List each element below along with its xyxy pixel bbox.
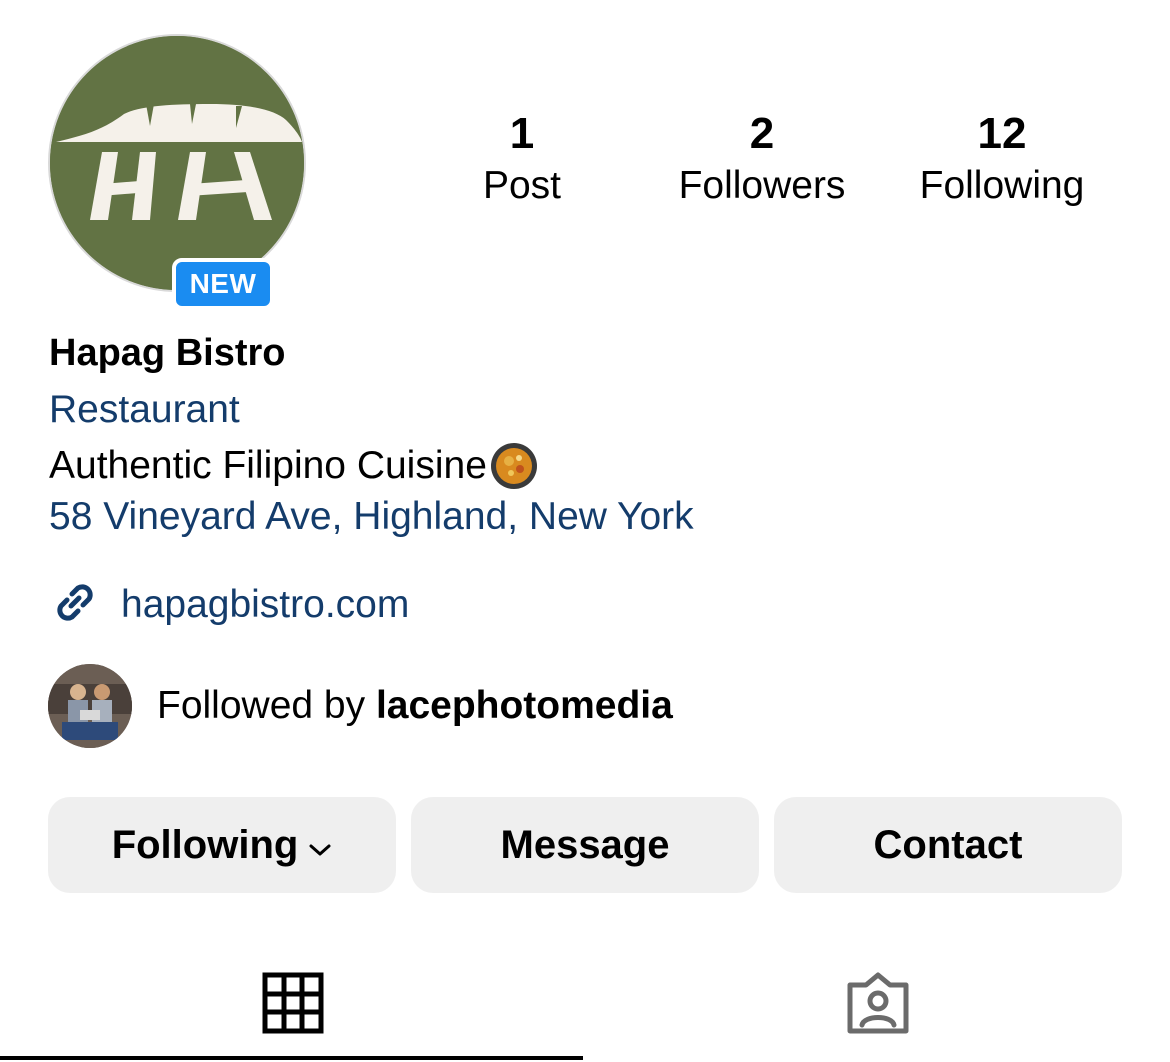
tab-tagged[interactable] [585,948,1170,1062]
website-text[interactable]: hapagbistro.com [121,583,409,627]
followers-label: Followers [678,164,846,207]
follower-avatar[interactable] [48,664,132,748]
contact-button-label: Contact [873,822,1023,867]
profile-name: Hapag Bistro [49,332,286,374]
website-link[interactable]: hapagbistro.com [49,576,409,633]
following-label: Following [919,164,1085,207]
message-button[interactable]: Message [411,797,759,893]
following-button[interactable]: Following [48,797,396,893]
posts-label: Post [482,164,562,207]
following-stat[interactable]: 12 Following [882,108,1122,212]
description-text: Authentic Filipino Cuisine [49,444,487,487]
following-button-label: Following [111,822,299,867]
profile-description: Authentic Filipino Cuisine [49,441,539,491]
profile-address[interactable]: 58 Vineyard Ave, Highland, New York [49,495,694,539]
message-button-label: Message [500,822,670,867]
tab-posts-grid[interactable] [0,948,585,1062]
contact-button[interactable]: Contact [774,797,1122,893]
new-badge: NEW [172,258,274,310]
profile-stats: 1 Post 2 Followers 12 Following [0,108,1170,218]
chevron-down-icon [308,823,332,868]
posts-count: 1 [509,109,535,158]
followers-count: 2 [749,109,775,158]
following-count: 12 [977,109,1027,158]
active-tab-indicator [0,1056,583,1060]
tagged-person-icon [844,969,912,1042]
grid-icon [262,972,324,1039]
paella-pan-icon [489,441,539,491]
posts-stat[interactable]: 1 Post [402,108,642,212]
link-icon [49,576,101,633]
followed-by-text: Followed by lacephotomedia [157,684,673,728]
profile-tabbar [0,948,1170,1062]
followers-stat[interactable]: 2 Followers [642,108,882,212]
followed-by-row[interactable]: Followed by lacephotomedia [48,664,673,748]
followed-by-prefix: Followed by [157,684,376,727]
profile-category[interactable]: Restaurant [49,388,240,432]
followed-by-user[interactable]: lacephotomedia [376,684,673,727]
